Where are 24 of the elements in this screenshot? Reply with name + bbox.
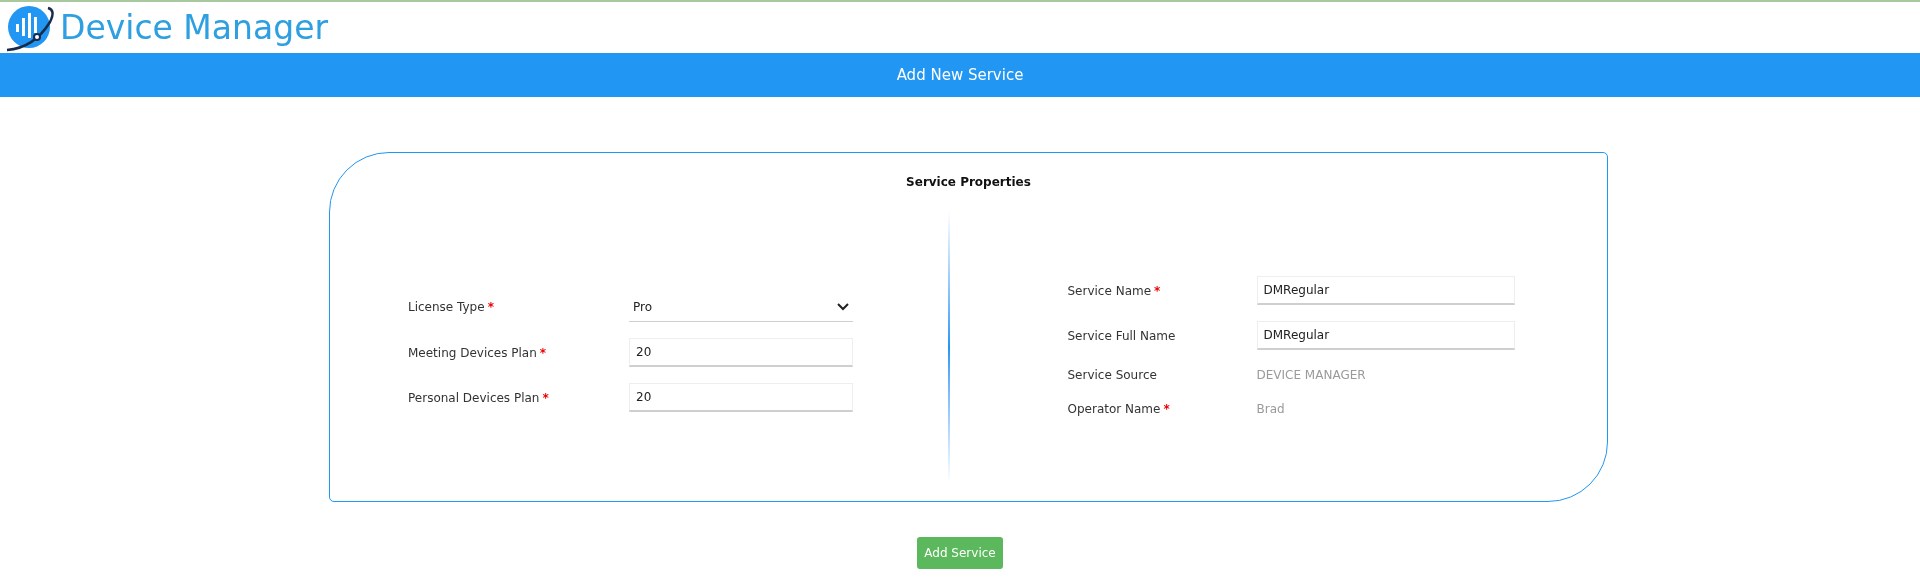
banner-title: Add New Service: [896, 64, 1024, 86]
field-value: DEVICE MANAGER: [1256, 367, 1366, 384]
input-field[interactable]: 20: [629, 338, 853, 367]
input-field[interactable]: DMRegular: [1256, 321, 1515, 350]
field-label: Service Full Name: [1067, 327, 1176, 345]
input-field[interactable]: DMRegular: [1256, 276, 1515, 305]
field-value: Brad: [1256, 401, 1285, 418]
field-label: Service Source: [1067, 367, 1157, 384]
field-label: License Type: [408, 299, 485, 316]
required-mark: *: [487, 299, 494, 316]
field-label: Personal Devices Plan: [408, 389, 540, 407]
chevron-down-icon: [837, 302, 849, 311]
field-label: Meeting Devices Plan: [408, 344, 537, 362]
required-mark: *: [542, 389, 549, 407]
input-field[interactable]: 20: [629, 383, 853, 412]
required-mark: *: [539, 344, 547, 362]
field-label: Operator Name: [1067, 401, 1161, 418]
field-label: Service Name: [1067, 282, 1152, 300]
logo-icon: [4, 3, 56, 52]
required-mark: *: [1163, 401, 1170, 418]
app-title: Device Manager: [60, 6, 328, 49]
required-mark: *: [1154, 282, 1161, 300]
card-title: Service Properties: [906, 174, 1031, 191]
license-select[interactable]: Pro: [629, 292, 853, 322]
